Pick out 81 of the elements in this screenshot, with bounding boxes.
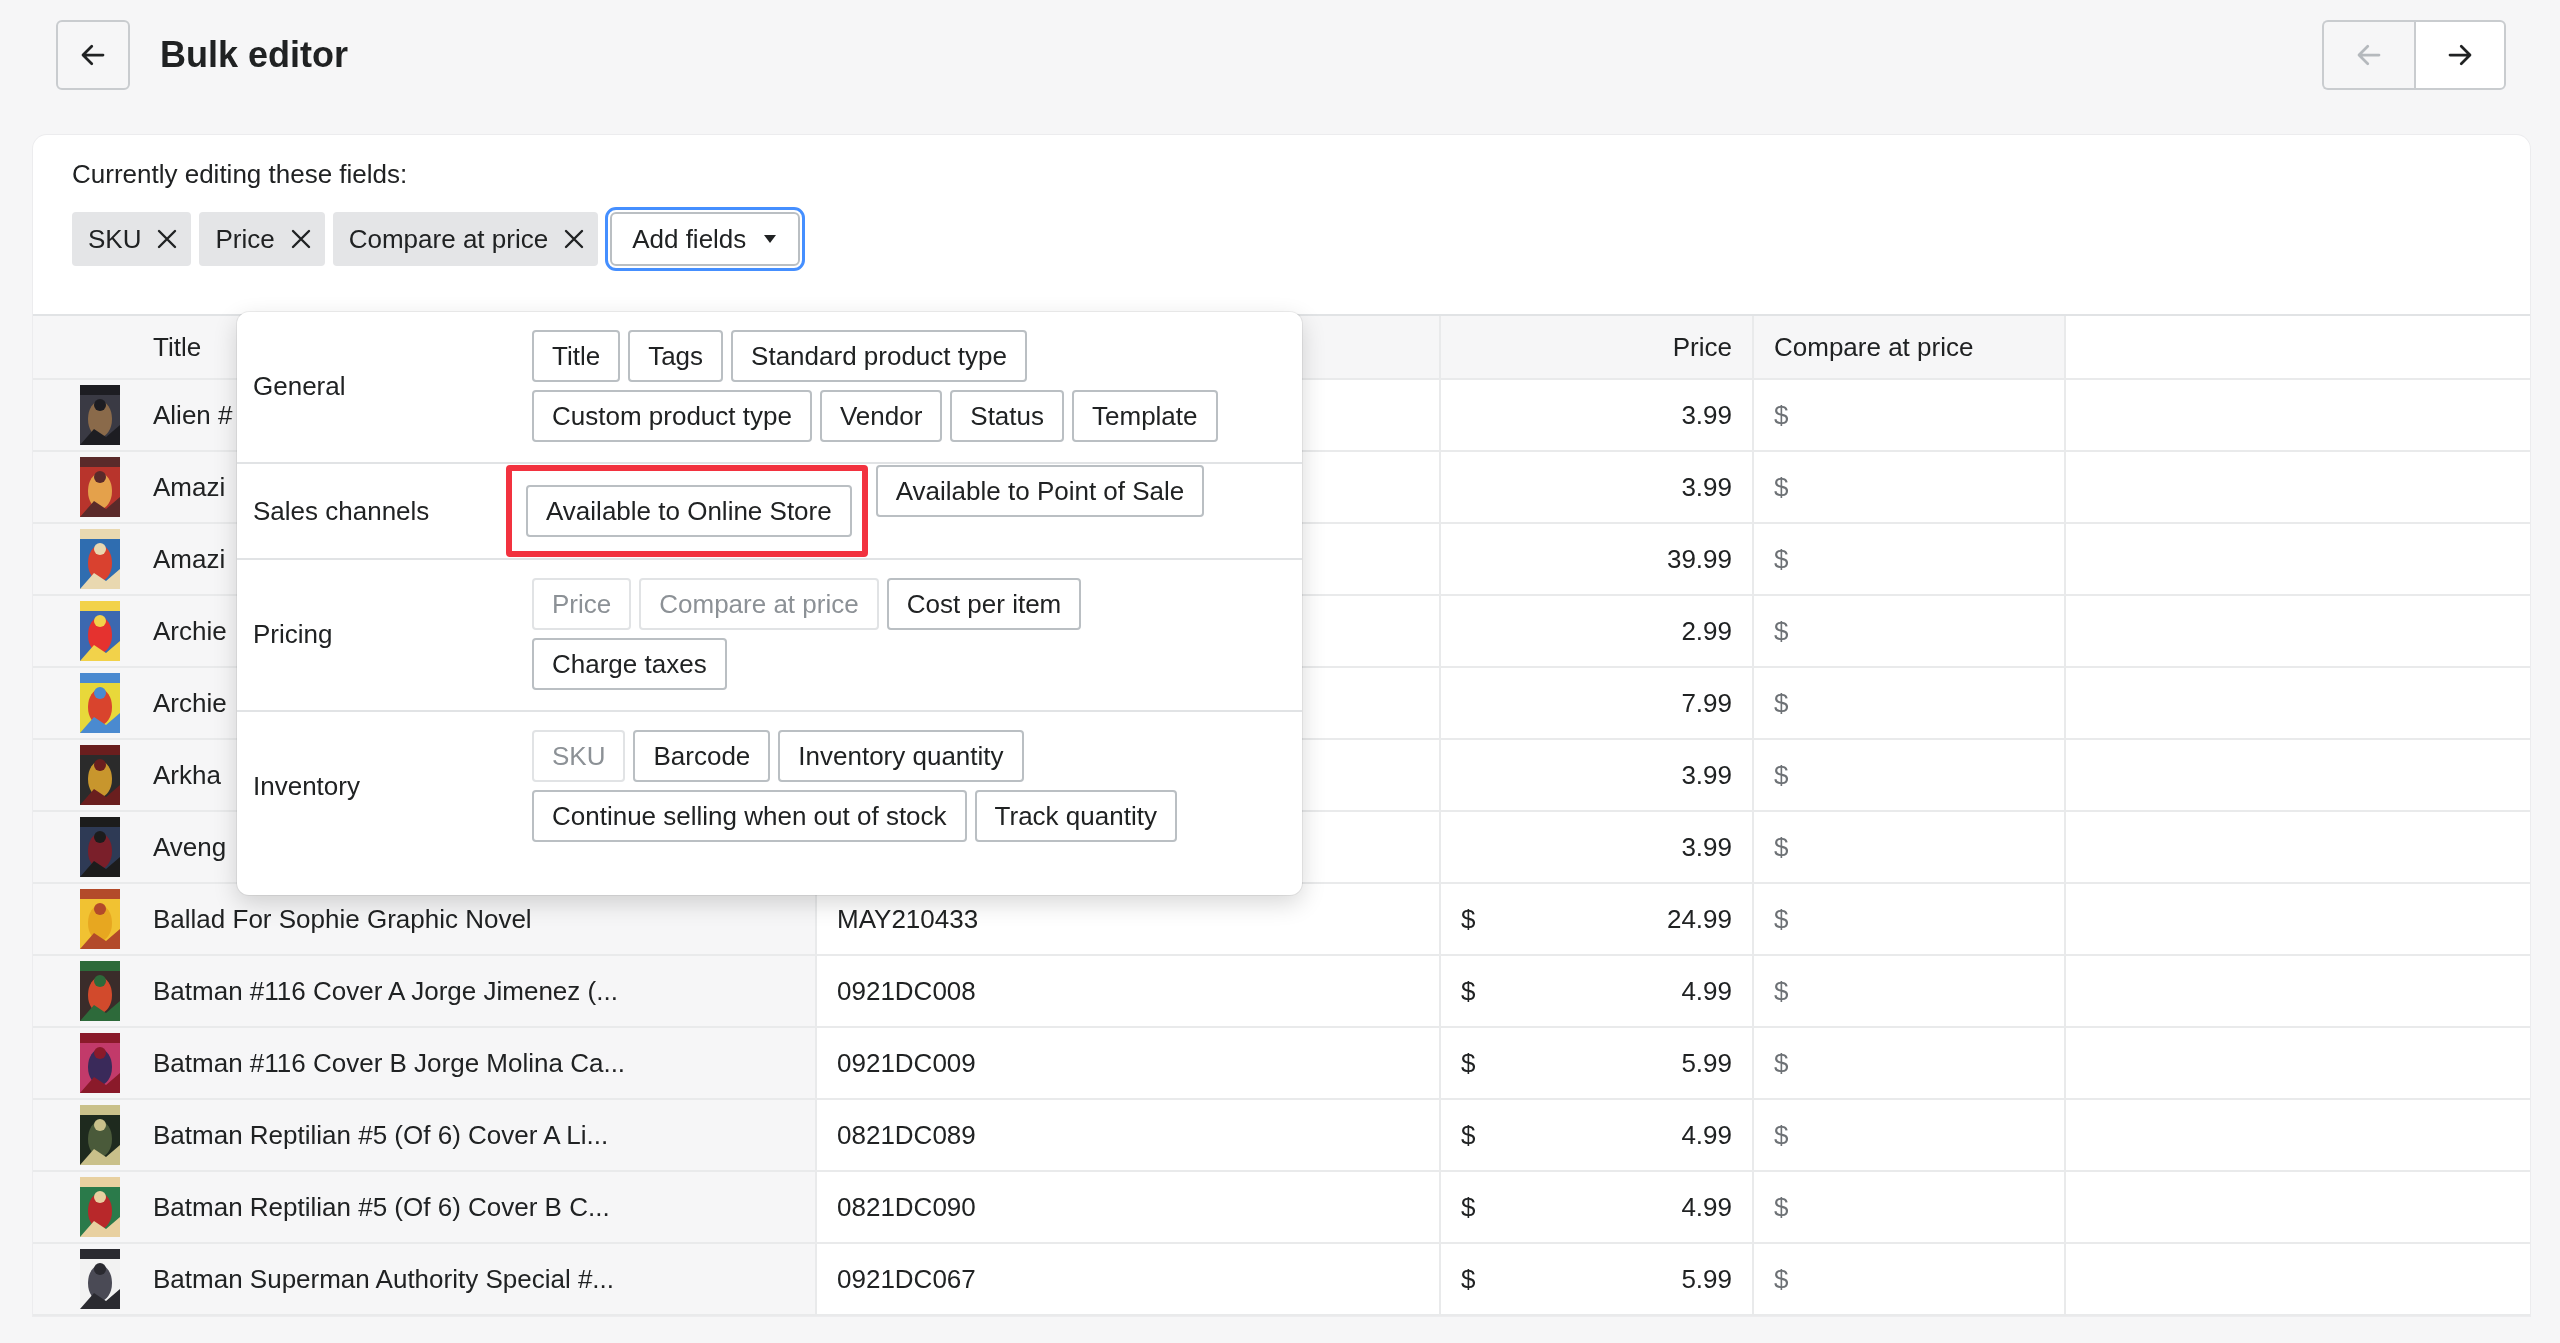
- currency-symbol: $: [1774, 543, 1789, 574]
- product-title: Batman Reptilian #5 (Of 6) Cover A Li...: [153, 1119, 609, 1151]
- group-label: Pricing: [252, 618, 334, 650]
- sku-value: 0921DC008: [837, 975, 976, 1006]
- product-title: Amazi: [153, 471, 226, 503]
- group-label: General: [252, 370, 347, 402]
- sku-value: 0821DC090: [837, 1191, 976, 1222]
- sku-value: 0921DC067: [837, 1263, 976, 1294]
- product-title: Arkha: [153, 759, 221, 791]
- currency-symbol: $: [1774, 471, 1789, 502]
- product-title: Batman Superman Authority Special #...: [153, 1263, 615, 1295]
- field-option[interactable]: Inventory quantity: [778, 730, 1024, 782]
- price-value: 4.99: [1681, 1119, 1732, 1151]
- product-title: Batman #116 Cover B Jorge Molina Ca...: [153, 1047, 626, 1079]
- price-value: 7.99: [1681, 687, 1732, 719]
- column-header: Price: [1672, 331, 1732, 362]
- field-option[interactable]: Standard product type: [731, 330, 1027, 382]
- price-value: 3.99: [1681, 399, 1732, 431]
- price-value: 2.99: [1681, 615, 1732, 647]
- next-button[interactable]: [2414, 20, 2506, 90]
- currency-symbol: $: [1461, 1047, 1476, 1079]
- currency-symbol: $: [1774, 759, 1789, 790]
- currency-symbol: $: [1461, 1119, 1476, 1151]
- group-label: Inventory: [252, 770, 361, 802]
- product-title: Batman Reptilian #5 (Of 6) Cover B C...: [153, 1191, 610, 1223]
- field-option[interactable]: Cost per item: [886, 578, 1082, 630]
- currency-symbol: $: [1774, 1263, 1789, 1294]
- currency-symbol: $: [1461, 1191, 1476, 1223]
- sku-value: MAY210433: [837, 903, 979, 934]
- currency-symbol: $: [1774, 1119, 1789, 1150]
- field-option[interactable]: Continue selling when out of stock: [532, 790, 967, 842]
- field-option[interactable]: Template: [1072, 390, 1218, 442]
- sku-value: 0921DC009: [837, 1047, 976, 1078]
- column-header: Compare at price: [1774, 331, 1974, 362]
- price-value: 4.99: [1681, 975, 1732, 1007]
- field-option[interactable]: Available to Point of Sale: [875, 465, 1205, 517]
- price-value: 24.99: [1666, 903, 1732, 935]
- tag-label: Price: [215, 223, 275, 255]
- page-title: Bulk editor: [160, 34, 348, 76]
- currency-symbol: $: [1774, 975, 1789, 1006]
- field-option[interactable]: Available to Online Store: [526, 485, 852, 537]
- currency-symbol: $: [1461, 1263, 1476, 1295]
- currency-symbol: $: [1461, 975, 1476, 1007]
- editing-label: Currently editing these fields:: [72, 159, 409, 190]
- currency-symbol: $: [1774, 831, 1789, 862]
- caret-icon: [762, 234, 779, 244]
- column-header: Title: [153, 331, 202, 362]
- field-option[interactable]: Barcode: [633, 730, 771, 782]
- tag-label: Compare at price: [348, 223, 549, 255]
- currency-symbol: $: [1461, 903, 1476, 935]
- field-option[interactable]: Charge taxes: [532, 638, 727, 690]
- product-title: Aveng: [153, 831, 227, 863]
- product-title: Batman #116 Cover A Jorge Jimenez (...: [153, 975, 618, 1007]
- product-title: Alien #: [153, 399, 233, 431]
- field-option[interactable]: Track quantity: [974, 790, 1177, 842]
- field-option[interactable]: Vendor: [819, 390, 943, 442]
- group-label: Sales channels: [252, 495, 431, 527]
- field-option[interactable]: Custom product type: [532, 390, 812, 442]
- currency-symbol: $: [1774, 687, 1789, 718]
- price-value: 3.99: [1681, 759, 1732, 791]
- currency-symbol: $: [1774, 1191, 1789, 1222]
- currency-symbol: $: [1774, 903, 1789, 934]
- price-value: 3.99: [1681, 471, 1732, 503]
- product-title: Amazi: [153, 543, 226, 575]
- field-option[interactable]: Tags: [628, 330, 724, 382]
- product-title: Archie: [153, 615, 227, 647]
- back-button[interactable]: [56, 20, 130, 90]
- price-value: 5.99: [1681, 1047, 1732, 1079]
- product-title: Archie: [153, 687, 227, 719]
- product-title: Ballad For Sophie Graphic Novel: [153, 903, 532, 935]
- currency-symbol: $: [1774, 1047, 1789, 1078]
- price-value: 39.99: [1666, 543, 1732, 575]
- currency-symbol: $: [1774, 399, 1789, 430]
- field-option[interactable]: Title: [532, 330, 621, 382]
- price-value: 5.99: [1681, 1263, 1732, 1295]
- tag-label: SKU: [88, 223, 142, 255]
- currency-symbol: $: [1774, 615, 1789, 646]
- field-option[interactable]: Status: [950, 390, 1064, 442]
- price-value: 3.99: [1681, 831, 1732, 863]
- sku-value: 0821DC089: [837, 1119, 976, 1150]
- price-value: 4.99: [1681, 1191, 1732, 1223]
